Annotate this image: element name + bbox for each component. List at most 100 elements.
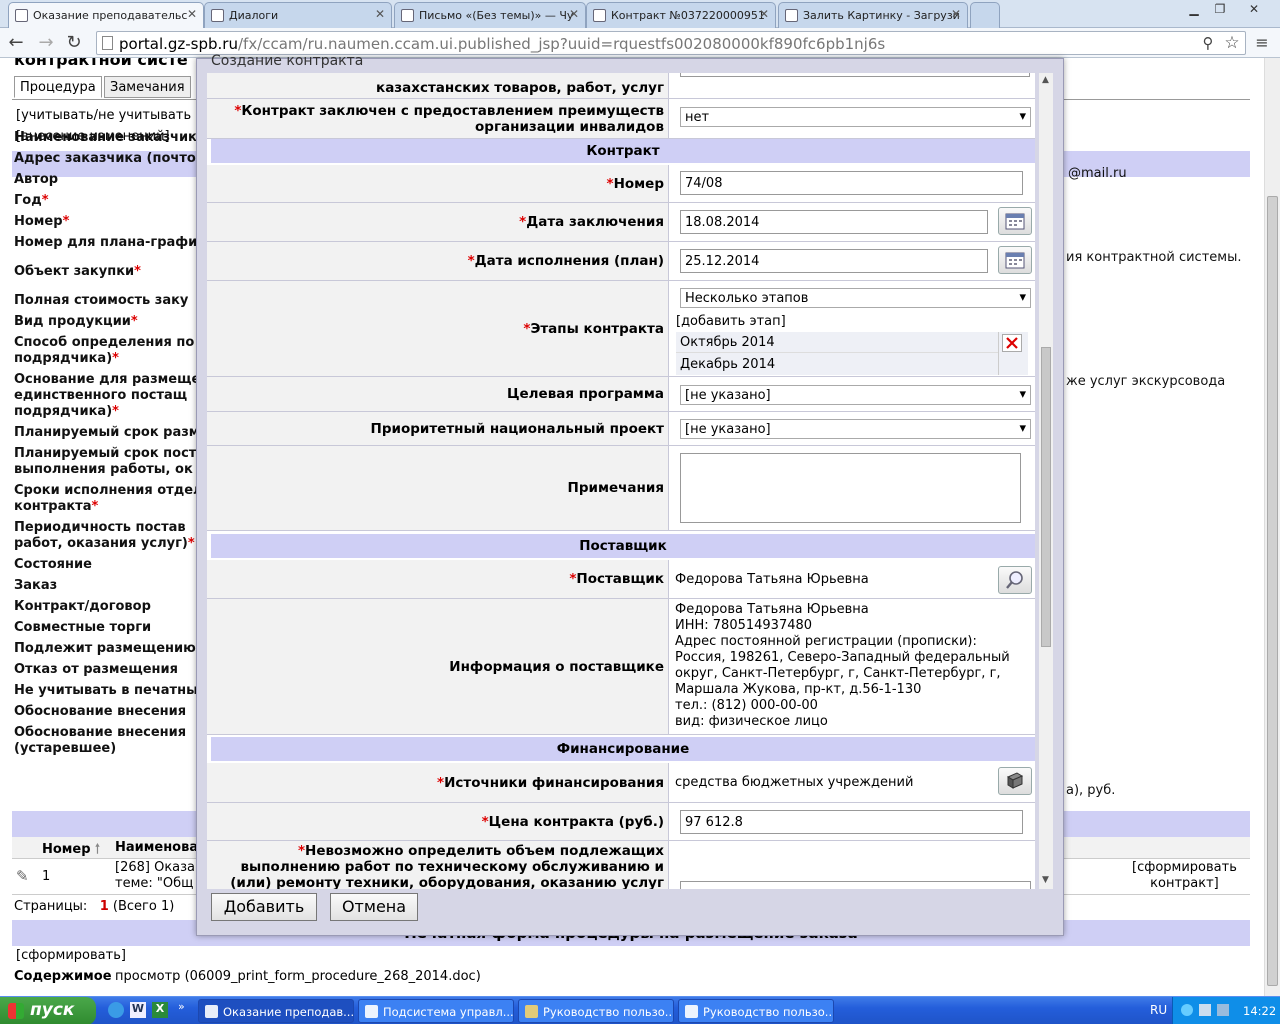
bookmark-star-icon[interactable]: ☆	[1220, 32, 1244, 54]
supplier-info-line: Маршала Жукова, пр-кт, д.56-1-130	[675, 682, 922, 697]
calendar-icon[interactable]	[998, 246, 1032, 274]
invalid-select[interactable]: нет	[680, 107, 1031, 127]
row-number: 1	[42, 869, 51, 884]
dialog-title: Создание контракта	[211, 53, 364, 69]
col-name[interactable]: Наименова	[115, 840, 198, 855]
national-select[interactable]: [не указано]	[680, 419, 1031, 439]
browser-tab-1[interactable]: Оказание преподавательс ✕	[8, 2, 204, 29]
link-include-exclude[interactable]: [учитывать/не учитывать	[16, 108, 191, 123]
excel-icon[interactable]: X	[152, 1002, 168, 1018]
form-row-volume: *Невозможно определить объем подлежащих …	[207, 841, 1035, 889]
tab-procedure[interactable]: Процедура	[14, 76, 102, 98]
field-label: Приоритетный национальный проект	[207, 412, 669, 445]
supplier-info-line: тел.: (812) 000-00-00	[675, 698, 818, 713]
start-button[interactable]: пуск	[0, 997, 96, 1024]
tab-remarks[interactable]: Замечания	[104, 76, 191, 98]
cancel-button[interactable]: Отмена	[330, 893, 418, 921]
word-icon[interactable]: W	[130, 1002, 146, 1018]
field-label: *Невозможно определить объем подлежащих …	[207, 841, 669, 889]
close-icon[interactable]: ✕	[569, 7, 579, 21]
task-subsystem[interactable]: Подсистема управл...	[358, 999, 514, 1023]
supplier-info-line: вид: физическое лицо	[675, 714, 828, 729]
book-icon[interactable]	[998, 767, 1032, 795]
form-row-exec-date: *Дата исполнения (план) 25.12.2014	[207, 242, 1035, 281]
scroll-up-icon[interactable]: ▲	[1042, 75, 1049, 85]
form-contract-link[interactable]: [сформировать контракт]	[1132, 860, 1237, 892]
form-row-national: Приоритетный национальный проект [не ука…	[207, 412, 1035, 446]
browser-tab-4[interactable]: Контракт №0372200009​51 ✕	[586, 2, 776, 28]
minimize-icon[interactable]: ▁	[1182, 0, 1206, 18]
volume-icon[interactable]	[1217, 1004, 1229, 1016]
kz-field[interactable]	[680, 73, 1030, 77]
field-label: Основание для размеще единственного поста…	[14, 372, 201, 419]
field-label: *Источники финансирования	[207, 763, 669, 802]
tray-arrow-icon[interactable]	[1181, 1004, 1193, 1016]
number-input[interactable]: 74/08	[680, 171, 1023, 195]
address-bar[interactable]: portal.gz-spb.ru/fx/ccam/ru.naumen.ccam.…	[96, 31, 1246, 55]
notes-textarea[interactable]	[680, 453, 1021, 523]
field-label: Планируемый срок пост выполнения работы, …	[14, 446, 197, 477]
forward-icon[interactable]: →	[34, 32, 58, 54]
chrome-icon	[205, 1005, 218, 1018]
chevron-right-icon[interactable]: »	[178, 1000, 185, 1013]
content-label: Содержимое	[14, 969, 112, 984]
field-label: Контракт/договор	[14, 599, 151, 614]
form-link[interactable]: [сформировать]	[16, 948, 126, 963]
reload-icon[interactable]: ↻	[62, 32, 86, 54]
ie-icon[interactable]	[108, 1002, 124, 1018]
stages-select[interactable]: Несколько этапов	[680, 288, 1031, 308]
field-label: Адрес заказчика (почто	[14, 151, 196, 166]
new-tab-button[interactable]	[970, 2, 1000, 28]
add-stage-link[interactable]: [добавить этап]	[676, 314, 786, 330]
menu-icon[interactable]: ≡	[1250, 32, 1274, 54]
task-chrome[interactable]: Оказание преподав...	[198, 999, 354, 1023]
browser-tab-5[interactable]: Залить Картинку - Загрузи ✕	[778, 2, 968, 28]
close-icon[interactable]: ✕	[187, 7, 197, 21]
date-input[interactable]: 18.08.2014	[680, 210, 988, 234]
content-value[interactable]: просмотр (06009_print_form_procedure_268…	[115, 969, 481, 984]
language-indicator[interactable]: RU	[1150, 1003, 1167, 1017]
calendar-icon[interactable]	[998, 207, 1032, 235]
search-icon[interactable]	[998, 566, 1032, 594]
window-close-icon[interactable]: ✕	[1236, 0, 1272, 18]
exec-date-input[interactable]: 25.12.2014	[680, 249, 988, 273]
scroll-down-icon[interactable]: ▼	[1042, 875, 1049, 885]
field-label: Примечания	[207, 446, 669, 530]
browser-tab-strip: Оказание преподавательс ✕ Диалоги ✕ Письмо…	[0, 0, 1280, 29]
field-label: Совместные торги	[14, 620, 152, 635]
task-word[interactable]: Руководство пользо...	[678, 999, 834, 1023]
volume-select[interactable]	[680, 881, 1031, 889]
network-icon[interactable]	[1199, 1004, 1211, 1016]
page-current[interactable]: 1	[100, 899, 109, 914]
delete-icon[interactable]	[1002, 334, 1022, 352]
form-row-supplier-info: Информация о поставщике Федорова Татьяна…	[207, 599, 1035, 735]
field-label: Заказ	[14, 578, 58, 593]
back-icon[interactable]: ←	[4, 32, 28, 54]
stages-list: Октябрь 2014 Декабрь 2014	[676, 332, 1028, 375]
close-icon[interactable]: ✕	[375, 7, 385, 21]
pagination: Страницы: 1 (Всего 1)	[14, 899, 175, 914]
supplier-info-line: Адрес постоянной регистрации (прописки):	[675, 634, 977, 649]
field-label: *Цена контракта (руб.)	[207, 803, 669, 840]
browser-tab-2[interactable]: Диалоги ✕	[204, 2, 392, 28]
browser-tab-3[interactable]: Письмо «(Без темы)» — Чу ✕	[394, 2, 586, 28]
supplier-info-line: ИНН: 780514937480	[675, 618, 813, 633]
scroll-thumb[interactable]	[1267, 196, 1278, 986]
form-row-program: Целевая программа [не указано]	[207, 377, 1035, 412]
task-folder[interactable]: Руководство пользо...	[518, 999, 674, 1023]
add-button[interactable]: Добавить	[211, 893, 317, 921]
zoom-icon[interactable]: ⚲	[1196, 32, 1220, 54]
supplier-info: Федорова Татьяна Юрьевна ИНН: 78051493748…	[670, 599, 1035, 734]
close-icon[interactable]: ✕	[759, 7, 769, 21]
restore-icon[interactable]: ❐	[1208, 0, 1232, 18]
page-scrollbar[interactable]	[1264, 58, 1280, 996]
close-icon[interactable]: ✕	[951, 7, 961, 21]
program-select[interactable]: [не указано]	[680, 385, 1031, 405]
price-input[interactable]: 97 612.8	[680, 810, 1023, 834]
field-label: *Этапы контракта	[207, 281, 669, 376]
scroll-thumb[interactable]	[1041, 347, 1051, 647]
dialog-scrollbar[interactable]: ▲ ▼	[1039, 73, 1053, 889]
form-row-supplier: *Поставщик Федорова Татьяна Юрьевна	[207, 560, 1035, 599]
field-label: Периодичность постав работ, оказания услу…	[14, 520, 195, 551]
edit-icon[interactable]: ✎	[16, 867, 29, 885]
